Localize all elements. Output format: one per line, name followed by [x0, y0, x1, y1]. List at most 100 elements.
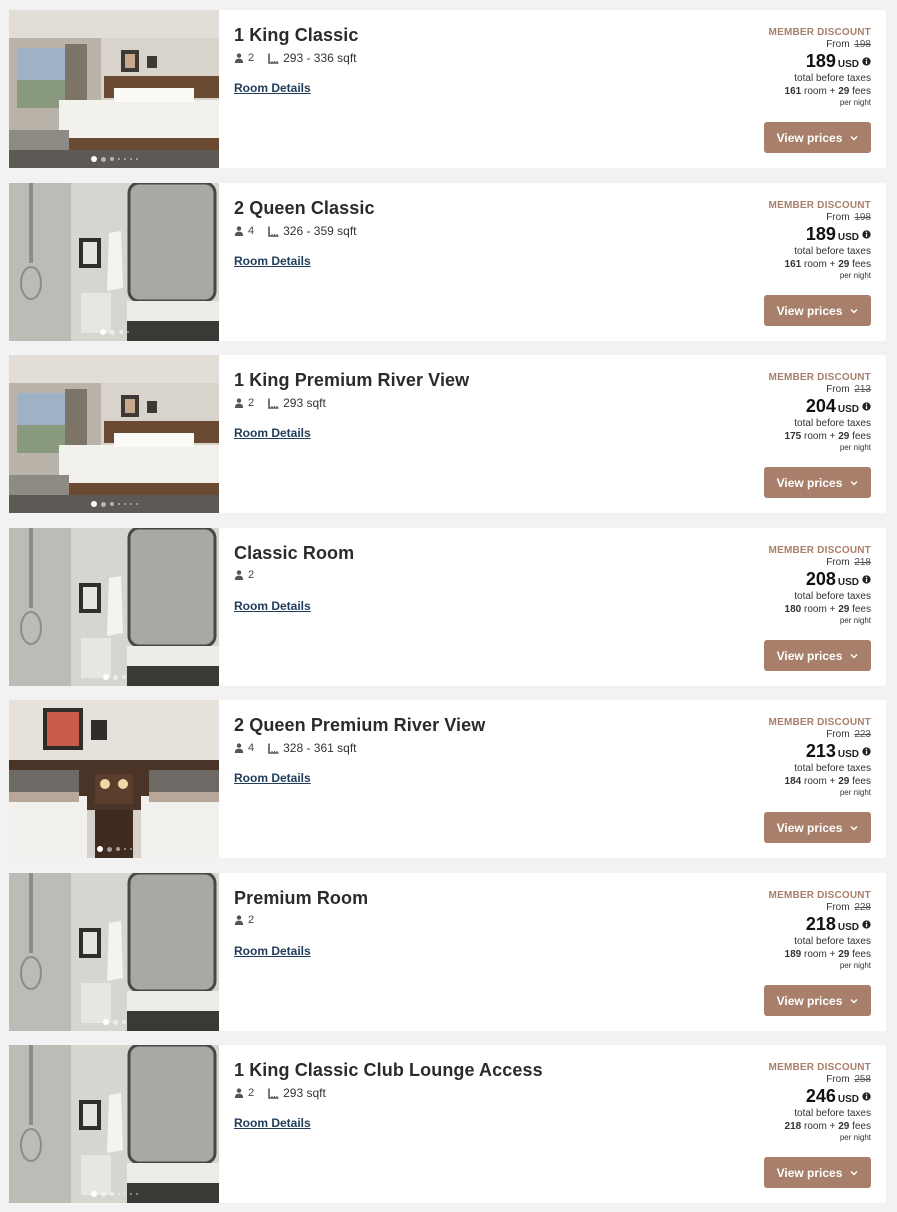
view-prices-button[interactable]: View prices	[764, 985, 871, 1016]
carousel-dots	[9, 846, 219, 852]
price-panel: MEMBER DISCOUNT From 223 213 USD total b…	[666, 700, 886, 858]
carousel-dot[interactable]	[112, 1019, 118, 1025]
carousel-dot[interactable]	[115, 847, 120, 851]
fees-word: fees	[852, 776, 871, 787]
carousel-dot[interactable]	[106, 846, 112, 852]
room-details-link[interactable]: Room Details	[234, 599, 311, 613]
room-photo-carousel[interactable]	[9, 10, 219, 168]
per-night-label: per night	[839, 788, 871, 797]
guest-count: 4	[248, 225, 255, 237]
room-fee: 175	[784, 431, 802, 442]
view-prices-button[interactable]: View prices	[764, 812, 871, 843]
room-word: room +	[804, 259, 836, 270]
room-details-link[interactable]: Room Details	[234, 254, 311, 268]
carousel-dot[interactable]	[99, 329, 106, 335]
carousel-dot[interactable]	[117, 158, 120, 160]
info-icon[interactable]	[862, 57, 871, 66]
room-card-7: 1 King Classic Club Lounge Access 2 293 …	[9, 1045, 886, 1203]
view-prices-button[interactable]: View prices	[764, 467, 871, 498]
member-discount-label: MEMBER DISCOUNT	[768, 200, 871, 211]
guest-count: 2	[248, 569, 255, 581]
price-panel: MEMBER DISCOUNT From 198 189 USD total b…	[666, 183, 886, 341]
view-prices-button[interactable]: View prices	[764, 122, 871, 153]
room-details-link[interactable]: Room Details	[234, 1116, 311, 1130]
room-details-link[interactable]: Room Details	[234, 81, 311, 95]
info-icon[interactable]	[862, 920, 871, 929]
carousel-dot[interactable]	[129, 1193, 132, 1195]
view-prices-button[interactable]: View prices	[764, 295, 871, 326]
carousel-dot[interactable]	[100, 156, 106, 162]
carousel-dot[interactable]	[135, 503, 138, 505]
before-taxes-label: total before taxes	[794, 936, 871, 947]
guest-count: 2	[248, 1087, 255, 1099]
original-price: 218	[854, 557, 871, 568]
carousel-dot[interactable]	[117, 503, 120, 505]
before-taxes-label: total before taxes	[794, 246, 871, 257]
room-photo-carousel[interactable]	[9, 183, 219, 341]
person-icon	[234, 570, 244, 580]
room-meta: 4 326 - 359 sqft	[234, 224, 666, 238]
currency-label: USD	[837, 1094, 859, 1105]
carousel-dot[interactable]	[123, 1193, 126, 1195]
room-title: 2 Queen Classic	[234, 198, 375, 218]
carousel-dot[interactable]	[96, 846, 103, 852]
room-photo	[9, 1045, 219, 1203]
room-info: 2 Queen Premium River View 4 328 - 361 s…	[219, 700, 666, 858]
room-photo	[9, 183, 219, 341]
fees-amount: 29	[838, 604, 850, 615]
carousel-dot[interactable]	[109, 157, 114, 161]
before-taxes-label: total before taxes	[794, 763, 871, 774]
carousel-dot[interactable]	[90, 156, 97, 162]
room-photo-carousel[interactable]	[9, 873, 219, 1031]
carousel-dot[interactable]	[102, 674, 109, 680]
info-icon[interactable]	[862, 230, 871, 239]
carousel-dot[interactable]	[129, 848, 132, 850]
fees-word: fees	[852, 86, 871, 97]
info-icon[interactable]	[862, 402, 871, 411]
carousel-dot[interactable]	[112, 674, 118, 680]
room-details-link[interactable]: Room Details	[234, 771, 311, 785]
view-prices-button[interactable]: View prices	[764, 1157, 871, 1188]
carousel-dot[interactable]	[121, 675, 126, 679]
info-icon[interactable]	[862, 747, 871, 756]
room-photo-carousel[interactable]	[9, 1045, 219, 1203]
carousel-dot[interactable]	[123, 503, 126, 505]
carousel-dot[interactable]	[90, 1191, 97, 1197]
room-photo-carousel[interactable]	[9, 355, 219, 513]
room-meta: 4 328 - 361 sqft	[234, 741, 666, 755]
carousel-dot[interactable]	[135, 1193, 138, 1195]
carousel-dot[interactable]	[121, 1020, 126, 1024]
guest-count: 2	[248, 914, 255, 926]
carousel-dot[interactable]	[118, 330, 123, 334]
room-meta: 2 293 sqft	[234, 1086, 666, 1100]
room-info: 2 Queen Classic 4 326 - 359 sqft Room De…	[219, 183, 666, 341]
carousel-dot[interactable]	[90, 501, 97, 507]
room-photo-carousel[interactable]	[9, 700, 219, 858]
carousel-dot[interactable]	[109, 502, 114, 506]
guest-count: 2	[248, 397, 255, 409]
carousel-dot[interactable]	[126, 331, 129, 333]
fee-breakdown: 189 room + 29 fees	[666, 948, 871, 961]
view-prices-button[interactable]: View prices	[764, 640, 871, 671]
info-icon[interactable]	[862, 575, 871, 584]
currency-label: USD	[837, 749, 859, 760]
per-night-label: per night	[839, 1133, 871, 1142]
carousel-dot[interactable]	[100, 1191, 106, 1197]
carousel-dot[interactable]	[109, 329, 115, 335]
carousel-dot[interactable]	[123, 158, 126, 160]
fee-breakdown: 218 room + 29 fees	[666, 1120, 871, 1133]
carousel-dot[interactable]	[102, 1019, 109, 1025]
room-details-link[interactable]: Room Details	[234, 944, 311, 958]
carousel-dot[interactable]	[129, 158, 132, 160]
info-icon[interactable]	[862, 1092, 871, 1101]
carousel-dot[interactable]	[123, 848, 126, 850]
carousel-dot[interactable]	[100, 501, 106, 507]
carousel-dot[interactable]	[135, 158, 138, 160]
carousel-dot[interactable]	[117, 1193, 120, 1195]
carousel-dot[interactable]	[109, 1192, 114, 1196]
person-icon	[234, 53, 244, 63]
currency-label: USD	[837, 404, 859, 415]
carousel-dot[interactable]	[129, 503, 132, 505]
room-photo-carousel[interactable]	[9, 528, 219, 686]
room-details-link[interactable]: Room Details	[234, 426, 311, 440]
